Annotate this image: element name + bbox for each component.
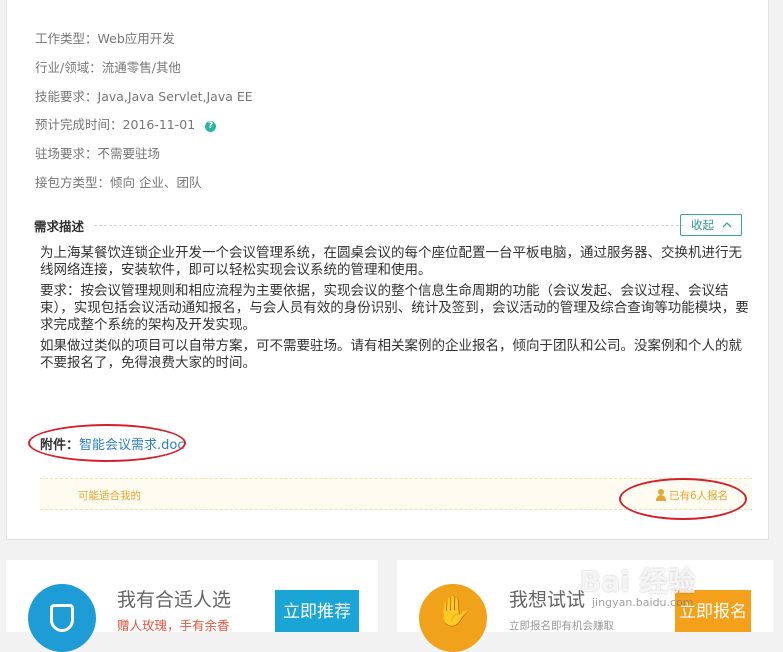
field-industry: 行业/领域：流通零售/其他 <box>35 57 181 76</box>
description-paragraph: 为上海某餐饮连锁企业开发一个会议管理系统，在圆桌会议的每个座位配置一台平板电脑，… <box>40 245 742 278</box>
annotation-oval-signup <box>619 478 747 520</box>
recommend-title: 我有合适人选 <box>117 589 232 611</box>
recommend-button[interactable]: 立即推荐 <box>275 590 359 632</box>
field-deadline: 预计完成时间：2016-11-01? <box>35 114 217 133</box>
field-value: 流通零售/其他 <box>101 60 181 75</box>
maybe-suitable-link[interactable]: 可能适合我的 <box>78 488 141 503</box>
field-label: 驻场要求： <box>35 146 98 161</box>
chevron-up-icon <box>721 217 733 237</box>
field-label: 预计完成时间： <box>35 117 123 132</box>
recommend-panel: 我有合适人选 赠人玫瑰，手有余香 立即推荐 <box>6 560 378 652</box>
apply-hand-circle: ✋ <box>419 584 487 652</box>
field-label: 工作类型： <box>35 31 98 46</box>
field-onsite: 驻场要求：不需要驻场 <box>35 143 160 162</box>
apply-subtitle: 立即报名即有机会赚取 <box>509 620 614 632</box>
hand-icon: ✋ <box>435 594 473 629</box>
field-value: Java,Java Servlet,Java EE <box>97 89 253 104</box>
field-value: 不需要驻场 <box>97 146 161 161</box>
recommend-subtitle: 赠人玫瑰，手有余香 <box>117 618 230 633</box>
field-value: Web应用开发 <box>97 31 175 46</box>
baidu-watermark-logo: Bai 经验 <box>580 565 696 598</box>
field-value: 2016-11-01 <box>122 117 196 132</box>
section-header: 需求描述 <box>34 216 744 236</box>
shield-icon <box>50 604 74 632</box>
annotation-oval-attachment <box>28 424 186 462</box>
field-skills: 技能要求：Java,Java Servlet,Java EE <box>35 86 253 105</box>
field-contractor-type: 接包方类型：倾向 企业、团队 <box>35 172 202 191</box>
section-divider <box>94 225 684 226</box>
baidu-watermark-url: jingyan.baidu.com <box>592 596 694 609</box>
field-label: 接包方类型： <box>35 175 111 190</box>
recommend-shield-circle <box>28 584 96 652</box>
field-work-type: 工作类型：Web应用开发 <box>35 28 175 47</box>
apply-title: 我想试试 <box>509 589 586 611</box>
collapse-button[interactable]: 收起 <box>680 214 742 236</box>
collapse-label: 收起 <box>691 218 714 232</box>
description-text: 为上海某餐饮连锁企业开发一个会议管理系统，在圆桌会议的每个座位配置一台平板电脑，… <box>40 245 752 376</box>
section-title: 需求描述 <box>34 216 95 235</box>
field-label: 行业/领域： <box>35 60 102 75</box>
description-paragraph: 要求：按会议管理规则和相应流程为主要依据，实现会议的整个信息生命周期的功能（会议… <box>40 283 749 333</box>
description-paragraph: 如果做过类似的项目可以自带方案，可不需要驻场。请有相关案例的企业报名，倾向于团队… <box>40 338 742 371</box>
field-label: 技能要求： <box>35 89 98 104</box>
field-value: 倾向 企业、团队 <box>110 175 202 190</box>
help-icon[interactable]: ? <box>205 121 217 132</box>
